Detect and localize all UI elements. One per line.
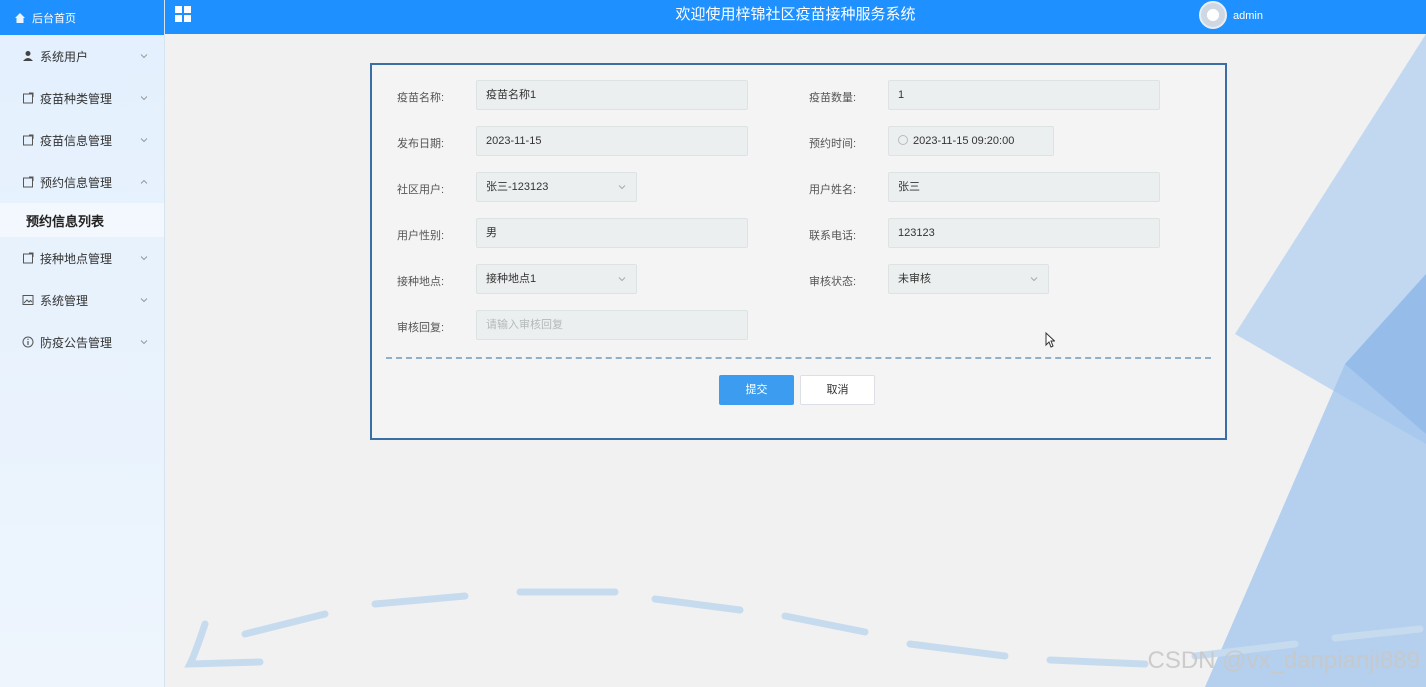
review-reply-label: 审核回复: [397, 322, 445, 334]
appointment-time-label: 预约时间: [809, 138, 857, 150]
chevron-down-icon [618, 185, 626, 190]
sidebar-item-system-settings[interactable]: 系统管理 [0, 279, 164, 321]
sidebar: 后台首页 系统用户 疫苗种类管理 疫苗信息管理 预约信息管理 预约信息列表 接种… [0, 0, 165, 687]
sidebar-item-appointments[interactable]: 预约信息管理 [0, 161, 164, 203]
community-user-label: 社区用户: [397, 184, 445, 196]
site-value: 接种地点1 [486, 273, 537, 285]
avatar[interactable] [1199, 1, 1227, 29]
submit-button[interactable]: 提交 [719, 375, 794, 405]
sidebar-item-label: 疫苗种类管理 [40, 91, 113, 106]
sidebar-subitem-appointment-list[interactable]: 预约信息列表 [0, 203, 164, 237]
sidebar-item-label: 预约信息管理 [40, 175, 113, 190]
sidebar-subitem-label: 预约信息列表 [26, 213, 105, 229]
vaccine-qty-label: 疫苗数量: [809, 92, 857, 104]
site-label: 接种地点: [397, 276, 445, 288]
review-status-select[interactable]: 未审核 [888, 264, 1049, 294]
phone-label: 联系电话: [809, 230, 857, 242]
phone-field[interactable]: 123123 [888, 218, 1160, 248]
publish-date-field[interactable]: 2023-11-15 [476, 126, 748, 156]
topbar: 欢迎使用梓锦社区疫苗接种服务系统 admin [165, 0, 1426, 34]
review-status-value: 未审核 [898, 273, 931, 285]
user-gender-field[interactable]: 男 [476, 218, 748, 248]
chevron-down-icon [140, 340, 148, 345]
sidebar-item-announcements[interactable]: 防疫公告管理 [0, 321, 164, 363]
sidebar-item-label: 防疫公告管理 [40, 335, 113, 350]
chevron-down-icon [140, 54, 148, 59]
user-gender-label: 用户性别: [397, 230, 445, 242]
user-icon [22, 50, 34, 62]
chevron-down-icon [140, 96, 148, 101]
chevron-down-icon [1030, 277, 1038, 282]
sidebar-item-system-users[interactable]: 系统用户 [0, 35, 164, 77]
image-icon [22, 294, 34, 306]
sidebar-home-label: 后台首页 [32, 12, 76, 25]
sidebar-item-label: 系统管理 [40, 293, 89, 308]
appointment-time-value: 2023-11-15 09:20:00 [913, 135, 1015, 147]
info-icon [22, 336, 34, 348]
home-icon [14, 12, 26, 24]
chevron-up-icon [140, 179, 148, 184]
cancel-button[interactable]: 取消 [800, 375, 875, 405]
document-icon [22, 252, 34, 264]
sidebar-item-sites[interactable]: 接种地点管理 [0, 237, 164, 279]
clock-icon [898, 135, 908, 146]
sidebar-home-link[interactable]: 后台首页 [0, 0, 164, 35]
vaccine-name-field[interactable]: 疫苗名称1 [476, 80, 748, 110]
appointment-form: 疫苗名称: 疫苗名称1 疫苗数量: 1 发布日期: 2023-11-15 预约时… [370, 63, 1227, 440]
user-name-field[interactable]: 张三 [888, 172, 1160, 202]
username[interactable]: admin [1233, 10, 1263, 22]
chevron-down-icon [140, 298, 148, 303]
publish-date-label: 发布日期: [397, 138, 445, 150]
form-divider [386, 357, 1211, 359]
review-reply-input[interactable]: 请输入审核回复 [476, 310, 748, 340]
user-name-label: 用户姓名: [809, 184, 857, 196]
sidebar-item-label: 疫苗信息管理 [40, 133, 113, 148]
document-icon [22, 176, 34, 188]
vaccine-name-label: 疫苗名称: [397, 92, 445, 104]
community-user-value: 张三-123123 [486, 181, 549, 193]
review-status-label: 审核状态: [809, 276, 857, 288]
sidebar-item-vaccine-info[interactable]: 疫苗信息管理 [0, 119, 164, 161]
watermark: CSDN @vx_danpianji889 [1147, 647, 1420, 674]
sidebar-item-vaccine-types[interactable]: 疫苗种类管理 [0, 77, 164, 119]
site-select[interactable]: 接种地点1 [476, 264, 637, 294]
sidebar-item-label: 接种地点管理 [40, 251, 113, 266]
community-user-select[interactable]: 张三-123123 [476, 172, 637, 202]
chevron-down-icon [140, 138, 148, 143]
vaccine-qty-field[interactable]: 1 [888, 80, 1160, 110]
mouse-cursor-icon [1045, 332, 1055, 348]
sidebar-item-label: 系统用户 [40, 49, 89, 64]
appointment-time-field[interactable]: 2023-11-15 09:20:00 [888, 126, 1054, 156]
chevron-down-icon [618, 277, 626, 282]
chevron-down-icon [140, 256, 148, 261]
document-icon [22, 92, 34, 104]
document-icon [22, 134, 34, 146]
